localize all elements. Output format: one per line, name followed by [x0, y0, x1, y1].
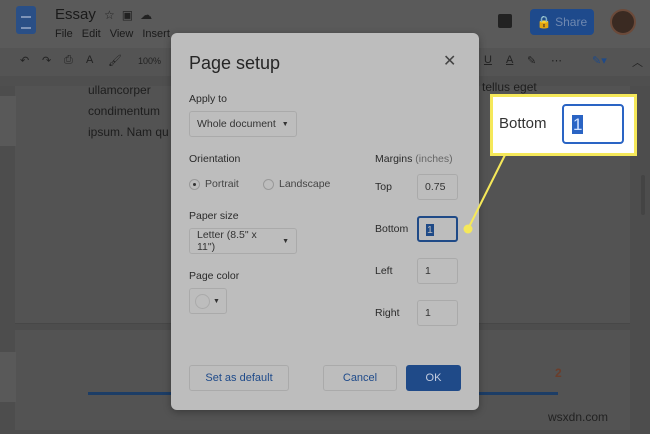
move-folder-icon[interactable]: ▣	[122, 8, 140, 22]
more-icon[interactable]: ⋯	[551, 54, 562, 67]
highlight-icon[interactable]: ✎	[527, 54, 536, 67]
title-icons: ☆▣☁	[104, 8, 159, 22]
document-text: ullamcorper condimentum ipsum. Nam qu	[88, 80, 169, 143]
paper-size-select[interactable]: Letter (8.5" x 11") ▼	[189, 228, 297, 254]
addon-badge[interactable]	[0, 352, 16, 402]
connector-dot	[463, 224, 473, 234]
page-color-label: Page color	[189, 270, 240, 282]
connector-line	[467, 154, 506, 230]
callout-label: Bottom	[499, 115, 547, 132]
cancel-button[interactable]: Cancel	[323, 365, 397, 391]
right-margin-input[interactable]: 1	[417, 300, 458, 326]
landscape-label: Landscape	[279, 178, 331, 190]
doc-line-right-fragment: tellus eget	[482, 80, 537, 94]
bottom-margin-value: 1	[426, 224, 434, 236]
top-margin-input[interactable]: 0.75	[417, 174, 458, 200]
paint-format-icon[interactable]: 🖌	[108, 54, 122, 67]
menu-file[interactable]: File	[55, 28, 73, 40]
callout-value: 1	[572, 115, 584, 134]
margins-unit: (inches)	[415, 153, 453, 165]
doc-line: ipsum. Nam qu	[88, 125, 169, 139]
document-title[interactable]: Essay	[55, 6, 96, 23]
star-icon[interactable]: ☆	[104, 8, 122, 22]
zoom-callout: Bottom 1	[490, 94, 637, 156]
menu-insert[interactable]: Insert	[142, 28, 170, 40]
page-setup-dialog: Page setup ✕ Apply to Whole document ▼ Or…	[171, 33, 479, 410]
chevron-down-icon: ▼	[213, 297, 220, 305]
cloud-status-icon[interactable]: ☁	[140, 8, 159, 22]
avatar[interactable]	[610, 9, 636, 35]
right-margin-label: Right	[375, 307, 400, 319]
lock-icon: 🔒	[536, 15, 556, 29]
page-color-picker[interactable]: ▼	[189, 288, 227, 314]
spellcheck-icon[interactable]: A	[86, 54, 93, 66]
menu-view[interactable]: View	[110, 28, 134, 40]
apply-to-select[interactable]: Whole document ▼	[189, 111, 297, 137]
print-icon[interactable]: ⎙	[64, 54, 73, 67]
redo-icon[interactable]: ↷	[42, 54, 51, 67]
scrollbar[interactable]	[641, 175, 645, 215]
share-label: Share	[555, 15, 588, 29]
apply-to-value: Whole document	[197, 118, 276, 130]
close-icon[interactable]: ✕	[443, 51, 456, 71]
set-as-default-button[interactable]: Set as default	[189, 365, 289, 391]
menu-edit[interactable]: Edit	[82, 28, 101, 40]
page-number: 2	[555, 366, 562, 380]
text-color-icon[interactable]: A	[506, 54, 513, 66]
ok-button[interactable]: OK	[406, 365, 461, 391]
zoom-select[interactable]: 100%	[138, 56, 161, 66]
editing-mode-icon[interactable]: ✎▾	[592, 54, 607, 67]
landscape-radio[interactable]: Landscape	[263, 178, 330, 190]
dialog-title: Page setup	[189, 53, 281, 73]
callout-input: 1	[562, 104, 624, 144]
chevron-down-icon: ▼	[281, 120, 289, 128]
underline-icon[interactable]: U	[484, 54, 492, 66]
margins-label: Margins (inches)	[375, 153, 453, 165]
radio-checked-icon	[189, 178, 200, 190]
color-swatch-icon	[195, 293, 210, 309]
doc-line: condimentum	[88, 104, 161, 118]
comment-icon[interactable]	[498, 14, 512, 28]
collapse-icon[interactable]: ︿	[632, 54, 643, 70]
docs-logo-icon[interactable]	[16, 6, 36, 34]
margins-title: Margins	[375, 153, 413, 165]
doc-line: ullamcorper	[88, 83, 151, 97]
addon-badge[interactable]	[0, 96, 16, 146]
left-margin-input[interactable]: 1	[417, 258, 458, 284]
orientation-label: Orientation	[189, 153, 241, 165]
bottom-margin-label: Bottom	[375, 223, 409, 235]
paper-size-label: Paper size	[189, 210, 239, 222]
chevron-down-icon: ▼	[282, 237, 289, 245]
watermark: wsxdn.com	[548, 410, 609, 424]
callout-connector	[463, 154, 506, 234]
share-button[interactable]: 🔒 Share	[530, 9, 594, 35]
undo-icon[interactable]: ↶	[20, 54, 29, 67]
apply-to-label: Apply to	[189, 93, 227, 105]
radio-unchecked-icon	[263, 178, 274, 190]
bottom-margin-input[interactable]: 1	[417, 216, 458, 242]
left-margin-label: Left	[375, 265, 393, 277]
portrait-radio[interactable]: Portrait	[189, 178, 239, 190]
paper-size-value: Letter (8.5" x 11")	[197, 229, 257, 253]
portrait-label: Portrait	[205, 178, 239, 190]
top-margin-label: Top	[375, 181, 392, 193]
menu-bar: File Edit View Insert	[55, 28, 179, 40]
